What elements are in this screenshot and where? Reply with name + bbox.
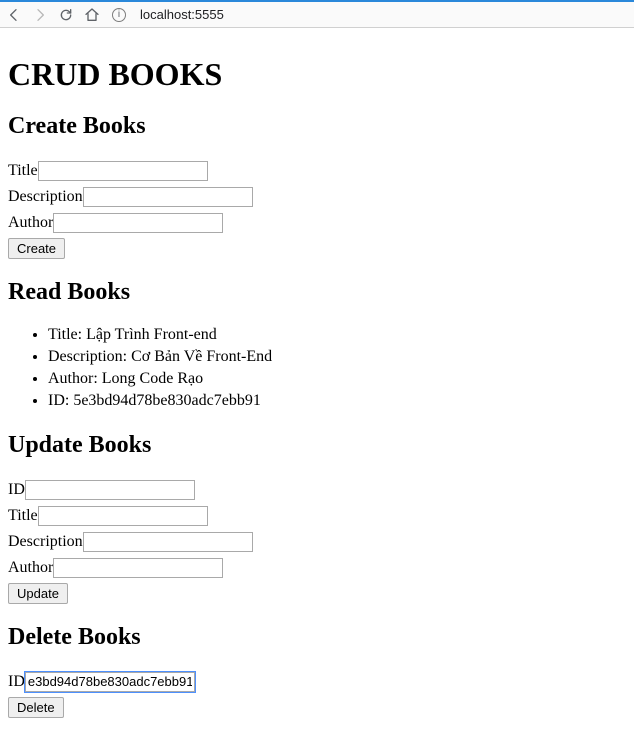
- forward-icon[interactable]: [32, 7, 48, 23]
- list-item: Description: Cơ Bản Về Front-End: [48, 346, 626, 368]
- update-id-label: ID: [8, 481, 25, 498]
- create-author-input[interactable]: [53, 213, 223, 233]
- update-description-input[interactable]: [83, 532, 253, 552]
- create-button[interactable]: Create: [8, 238, 65, 259]
- create-title-input[interactable]: [38, 161, 208, 181]
- back-icon[interactable]: [6, 7, 22, 23]
- update-description-label: Description: [8, 533, 83, 550]
- delete-id-label: ID: [8, 673, 25, 690]
- update-author-input[interactable]: [53, 558, 223, 578]
- create-heading: Create Books: [8, 113, 626, 140]
- site-info-icon[interactable]: i: [112, 8, 126, 22]
- page-title: CRUD BOOKS: [8, 56, 626, 93]
- create-author-label: Author: [8, 214, 53, 231]
- update-title-label: Title: [8, 507, 38, 524]
- create-title-label: Title: [8, 162, 38, 179]
- create-description-label: Description: [8, 188, 83, 205]
- list-item: ID: 5e3bd94d78be830adc7ebb91: [48, 390, 626, 412]
- home-icon[interactable]: [84, 7, 100, 23]
- browser-toolbar: i localhost:5555: [0, 0, 634, 28]
- update-button[interactable]: Update: [8, 583, 68, 604]
- create-description-input[interactable]: [83, 187, 253, 207]
- delete-button[interactable]: Delete: [8, 697, 64, 718]
- read-heading: Read Books: [8, 279, 626, 306]
- list-item: Title: Lập Trình Front-end: [48, 324, 626, 346]
- list-item: Author: Long Code Rạo: [48, 368, 626, 390]
- update-heading: Update Books: [8, 432, 626, 459]
- address-bar[interactable]: localhost:5555: [140, 7, 628, 22]
- reload-icon[interactable]: [58, 7, 74, 23]
- page-content: CRUD BOOKS Create Books Title Descriptio…: [0, 28, 634, 738]
- delete-heading: Delete Books: [8, 624, 626, 651]
- update-title-input[interactable]: [38, 506, 208, 526]
- read-list: Title: Lập Trình Front-end Description: …: [8, 324, 626, 412]
- update-id-input[interactable]: [25, 480, 195, 500]
- delete-id-input[interactable]: [25, 672, 195, 692]
- update-author-label: Author: [8, 559, 53, 576]
